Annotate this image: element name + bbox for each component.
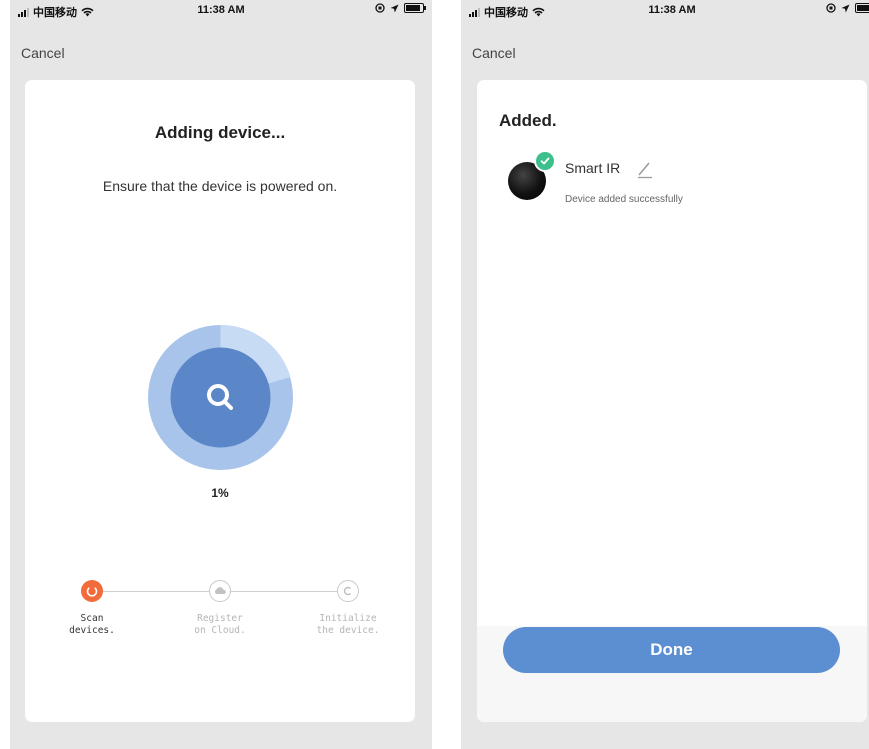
location-arrow-icon <box>390 4 399 12</box>
progress-percent: 1% <box>211 486 229 500</box>
device-name: Smart IR <box>565 160 621 176</box>
instruction-text: Ensure that the device is powered on. <box>102 178 338 194</box>
status-time: 11:38 AM <box>648 4 696 16</box>
step-label-scan: Scan devices. <box>69 613 115 636</box>
scan-progress-radar <box>148 325 293 470</box>
adding-device-card: Adding device... Ensure that the device … <box>25 80 415 722</box>
battery-icon <box>855 3 869 13</box>
device-status-text: Device added successfully <box>565 194 683 205</box>
page-title: Added. <box>499 111 557 130</box>
page-title: Adding device... <box>154 123 286 142</box>
pencil-icon[interactable] <box>634 158 656 180</box>
location-arrow-icon <box>841 4 850 12</box>
check-icon <box>534 150 556 172</box>
step-label-initialize: Initialize the device. <box>316 613 380 636</box>
radar-inner-circle <box>170 347 271 448</box>
battery-icon <box>404 3 426 13</box>
step-register-indicator <box>209 580 231 602</box>
cancel-button[interactable]: Cancel <box>472 45 516 61</box>
status-bar: 中国移动 11:38 AM <box>461 0 869 22</box>
power-icon <box>86 587 98 597</box>
orientation-lock-icon <box>826 3 836 13</box>
status-bar: 中国移动 11:38 AM <box>10 0 432 22</box>
step-label-register: Register on Cloud. <box>194 613 246 636</box>
orientation-lock-icon <box>375 3 385 13</box>
done-button[interactable]: Done <box>503 627 840 673</box>
phone-screen-device-added: 中国移动 11:38 AM Cancel Added. Smart IR Dev… <box>461 0 869 749</box>
progress-steps: Scan devices. Register on Cloud. Initial… <box>25 580 415 660</box>
cloud-icon <box>215 587 226 594</box>
step-scan-indicator <box>81 580 103 602</box>
cancel-button[interactable]: Cancel <box>21 45 65 61</box>
device-added-card: Added. Smart IR Device added successfull… <box>477 80 867 722</box>
status-time: 11:38 AM <box>197 4 245 16</box>
step-initialize-indicator <box>337 580 359 602</box>
step-connector <box>231 591 337 592</box>
phone-screen-adding-device: 中国移动 11:38 AM Cancel Adding device... En… <box>10 0 432 749</box>
step-connector <box>103 591 209 592</box>
c-icon <box>343 586 351 596</box>
